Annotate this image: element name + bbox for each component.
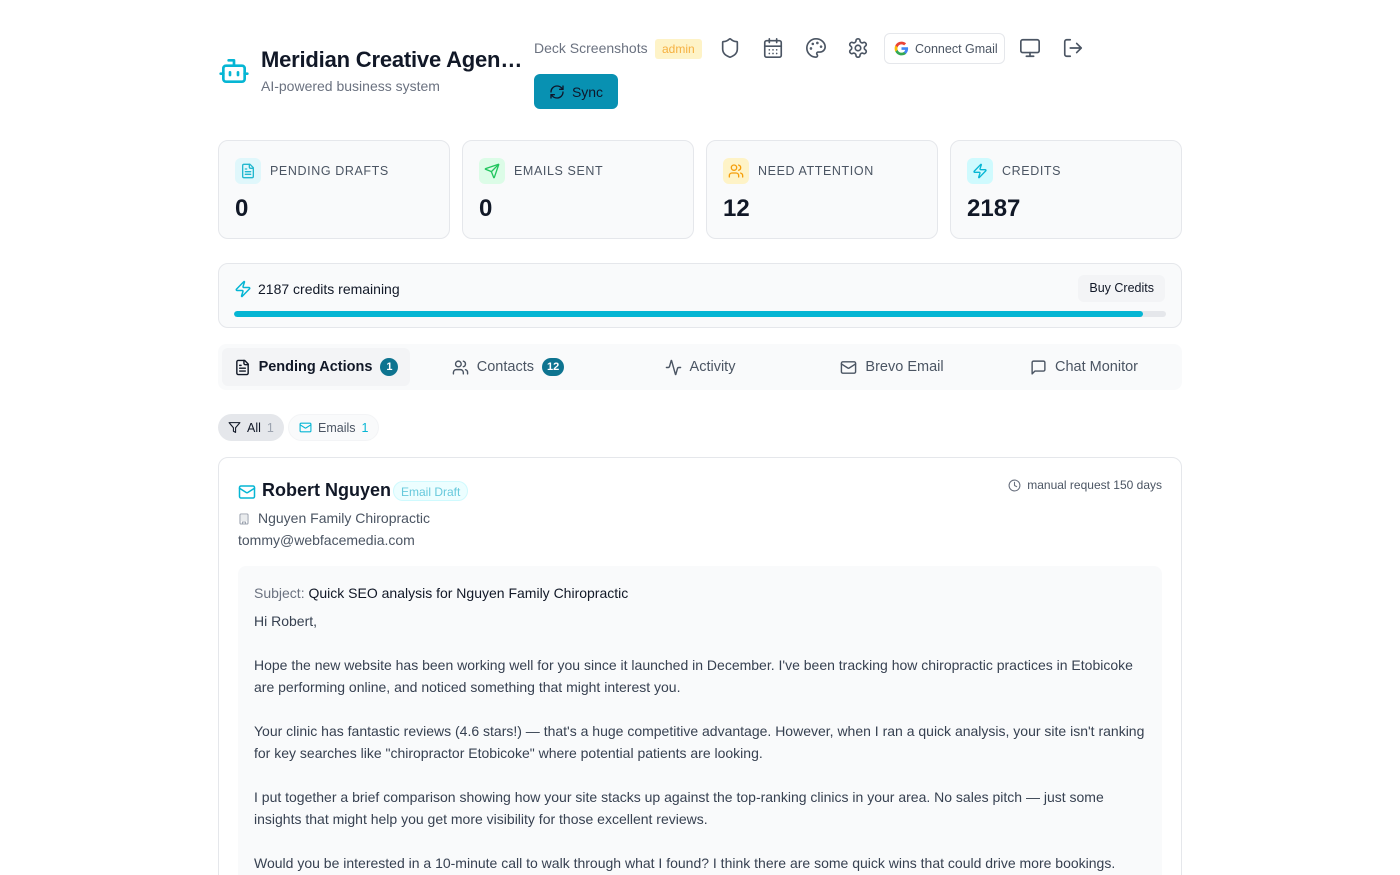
email-paragraph: Hope the new website has been working we… [254, 657, 1133, 695]
activity-icon [665, 359, 682, 376]
tab-pending-actions[interactable]: Pending Actions 1 [222, 348, 410, 386]
stat-value: 0 [235, 195, 249, 222]
email-paragraph: I put together a brief comparison showin… [254, 789, 1104, 827]
contact-email[interactable]: tommy@webfacemedia.com [238, 532, 415, 548]
role-badge: admin [655, 39, 702, 59]
tab-label: Chat Monitor [1054, 359, 1138, 375]
connect-gmail-label: Connect Gmail [915, 41, 998, 56]
calendar-icon[interactable] [762, 37, 784, 59]
filter-label: Emails [318, 420, 356, 435]
contact-name: Robert Nguyen [262, 480, 392, 500]
monitor-icon[interactable] [1019, 37, 1041, 59]
subject-label: Subject: [254, 585, 305, 601]
filter-label: All [247, 420, 261, 435]
filter-all[interactable]: All 1 [218, 414, 284, 441]
bolt-icon [234, 280, 252, 298]
palette-icon[interactable] [805, 37, 827, 59]
stat-card-emails-sent: EMAILS SENT 0 [462, 140, 694, 239]
document-icon [235, 158, 261, 184]
tab-label: Brevo Email [865, 359, 944, 375]
document-icon [234, 359, 251, 376]
filter-count: 1 [361, 420, 369, 435]
tab-count-badge: 12 [541, 358, 565, 376]
credits-progress-fill [234, 311, 1143, 317]
send-icon [479, 158, 505, 184]
shield-icon[interactable] [719, 37, 741, 59]
clock-icon [1008, 479, 1021, 492]
draft-type-badge: Email Draft [393, 481, 469, 501]
email-body: Subject: Quick SEO analysis for Nguyen F… [238, 566, 1162, 875]
gear-icon[interactable] [847, 37, 869, 59]
buy-credits-button[interactable]: Buy Credits [1078, 275, 1165, 302]
building-icon [238, 513, 250, 525]
draft-card: Robert Nguyen Email Draft manual request… [218, 457, 1182, 875]
users-icon [452, 359, 469, 376]
filter-count: 1 [266, 420, 274, 435]
subject-value: Quick SEO analysis for Nguyen Family Chi… [308, 585, 629, 601]
workspace-name: Deck Screenshots [534, 40, 648, 56]
email-paragraph: Would you be interested in a 10-minute c… [254, 855, 1116, 871]
stat-label: PENDING DRAFTS [270, 164, 389, 178]
tab-activity[interactable]: Activity [606, 348, 794, 386]
app-title: Meridian Creative Agency [261, 47, 523, 72]
email-subject-line: Subject: Quick SEO analysis for Nguyen F… [254, 582, 1146, 604]
draft-timestamp: manual request 150 days [1008, 478, 1162, 492]
stat-card-credits: CREDITS 2187 [950, 140, 1182, 239]
tab-count-badge: 1 [380, 358, 399, 376]
email-paragraph: Your clinic has fantastic reviews (4.6 s… [254, 723, 1145, 761]
chat-icon [1030, 359, 1047, 376]
tab-label: Activity [689, 359, 736, 375]
stat-label: CREDITS [1002, 164, 1062, 178]
tab-chat-monitor[interactable]: Chat Monitor [990, 348, 1178, 386]
mail-icon [238, 483, 256, 501]
mail-icon [840, 359, 857, 376]
credits-remaining-text: 2187 credits remaining [258, 281, 400, 297]
stat-card-need-attention: NEED ATTENTION 12 [706, 140, 938, 239]
filter-icon [228, 421, 241, 434]
stat-value: 2187 [967, 195, 1021, 222]
logout-icon[interactable] [1062, 37, 1084, 59]
app-subtitle: AI-powered business system [261, 78, 440, 94]
main-tabs: Pending Actions 1 Contacts 12 Activity B… [218, 344, 1182, 390]
credits-panel: 2187 credits remaining Buy Credits [218, 263, 1182, 328]
stat-value: 12 [723, 195, 750, 222]
users-icon [723, 158, 749, 184]
tab-label: Contacts [476, 359, 534, 375]
contact-company: Nguyen Family Chiropractic [258, 510, 430, 526]
stat-label: NEED ATTENTION [758, 164, 874, 178]
email-greeting: Hi Robert, [254, 613, 318, 629]
connect-gmail-button[interactable]: Connect Gmail [884, 33, 1005, 64]
tab-label: Pending Actions [258, 359, 373, 375]
tab-contacts[interactable]: Contacts 12 [414, 348, 602, 386]
refresh-icon [549, 84, 565, 100]
stat-card-pending-drafts: PENDING DRAFTS 0 [218, 140, 450, 239]
brand-logo-icon [218, 55, 250, 87]
tab-brevo-email[interactable]: Brevo Email [798, 348, 986, 386]
filter-emails[interactable]: Emails 1 [288, 414, 380, 441]
stat-value: 0 [479, 195, 493, 222]
sync-button[interactable]: Sync [534, 74, 618, 109]
google-icon [894, 41, 909, 56]
stat-label: EMAILS SENT [514, 164, 604, 178]
bolt-icon [967, 158, 993, 184]
credits-progress-bar [234, 311, 1166, 317]
mail-icon [299, 421, 312, 434]
sync-label: Sync [571, 83, 604, 100]
draft-time-text: manual request 150 days [1027, 478, 1162, 492]
